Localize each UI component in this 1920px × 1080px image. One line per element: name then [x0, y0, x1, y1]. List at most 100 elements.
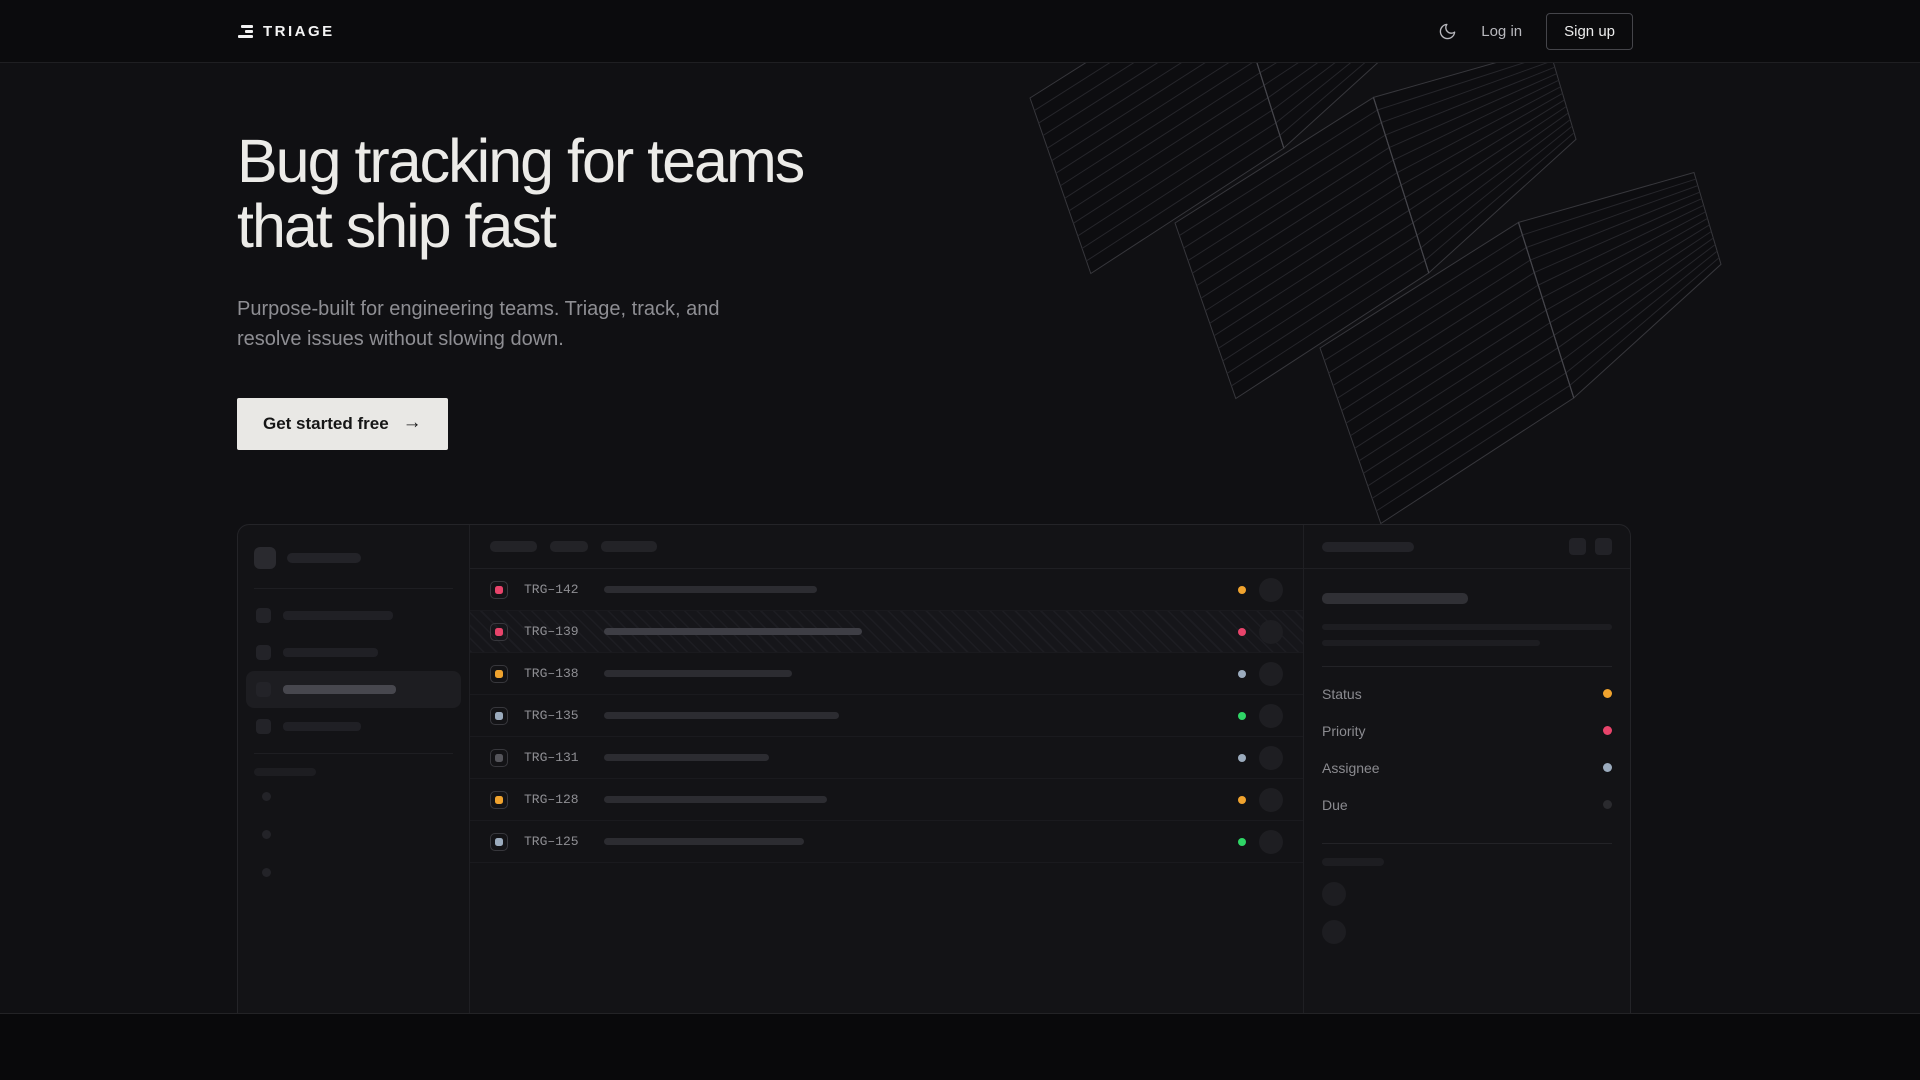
issue-avatar [1259, 662, 1283, 686]
preview-workspace-row [238, 545, 469, 571]
detail-header-buttons [1569, 538, 1612, 555]
filter-pill-skeleton [601, 541, 657, 552]
detail-field-label: Due [1322, 797, 1348, 813]
brand-name: TRIAGE [263, 23, 335, 40]
preview-sidebar-nav [238, 589, 469, 753]
preview-list-header [470, 525, 1303, 569]
issue-id: TRG–139 [524, 624, 592, 639]
detail-text-skeleton [1322, 624, 1612, 630]
issue-avatar [1259, 620, 1283, 644]
issue-avatar [1259, 788, 1283, 812]
issue-status-dot [1238, 670, 1246, 678]
sidebar-dot-skeleton [262, 868, 271, 877]
detail-title-skeleton [1322, 593, 1468, 604]
page-footer [0, 1015, 1920, 1080]
issue-status-dot [1238, 754, 1246, 762]
filter-pill-skeleton [490, 541, 537, 552]
issue-status-dot [1238, 712, 1246, 720]
issue-title-skeleton [604, 628, 862, 635]
detail-avatar-skeleton [1322, 882, 1346, 906]
issue-title-skeleton [604, 838, 804, 845]
triage-logo-icon [237, 25, 253, 38]
issue-type-icon [490, 623, 508, 641]
workspace-icon [254, 547, 276, 569]
get-started-label: Get started free [263, 414, 389, 434]
issue-row: TRG–128 [470, 779, 1303, 821]
nav-item-skeleton [283, 611, 393, 620]
issue-title-skeleton [604, 586, 817, 593]
nav-item-skeleton [283, 685, 396, 694]
detail-header [1304, 525, 1630, 569]
moon-icon [1438, 22, 1457, 41]
issue-type-icon [490, 833, 508, 851]
issue-avatar [1259, 746, 1283, 770]
issue-row: TRG–135 [470, 695, 1303, 737]
detail-fields: Status Priority Assignee Due [1322, 675, 1612, 823]
issue-id: TRG–131 [524, 750, 592, 765]
detail-field-dot [1603, 689, 1612, 698]
issue-type-icon [490, 707, 508, 725]
sidebar-nav-item-active [246, 671, 461, 708]
issue-id: TRG–135 [524, 708, 592, 723]
app-preview-window: TRG–142 TRG–139 TRG–138 TRG–135 TRG–131 … [237, 524, 1631, 1014]
issue-status-dot [1238, 796, 1246, 804]
nav-item-icon [256, 719, 271, 734]
detail-text-skeleton [1322, 640, 1540, 646]
brand-logo[interactable]: TRIAGE [237, 23, 335, 40]
theme-toggle-button[interactable] [1438, 22, 1457, 41]
nav-item-icon [256, 608, 271, 623]
detail-field-label: Status [1322, 686, 1362, 702]
issue-row: TRG–125 [470, 821, 1303, 863]
issue-id: TRG–138 [524, 666, 592, 681]
detail-button-skeleton [1569, 538, 1586, 555]
signup-button[interactable]: Sign up [1546, 13, 1633, 50]
sidebar-dot-skeleton [262, 792, 271, 801]
top-nav: TRIAGE Log in Sign up [0, 0, 1920, 63]
issue-title-skeleton [604, 796, 827, 803]
preview-sidebar [238, 525, 470, 1014]
detail-field-row: Due [1322, 786, 1612, 823]
divider [1322, 843, 1612, 844]
issue-id: TRG–128 [524, 792, 592, 807]
issue-type-icon [490, 581, 508, 599]
issue-type-icon [490, 749, 508, 767]
issue-rows: TRG–142 TRG–139 TRG–138 TRG–135 TRG–131 … [470, 569, 1303, 863]
detail-field-dot [1603, 800, 1612, 809]
issue-type-icon [490, 791, 508, 809]
detail-field-row: Assignee [1322, 749, 1612, 786]
sidebar-nav-item [246, 634, 461, 671]
detail-field-label: Assignee [1322, 760, 1380, 776]
filter-pill-skeleton [550, 541, 588, 552]
detail-field-dot [1603, 726, 1612, 735]
hero-subtitle-line1: Purpose-built for engineering teams. Tri… [237, 298, 719, 320]
nav-item-icon [256, 645, 271, 660]
detail-field-row: Priority [1322, 712, 1612, 749]
detail-section-label-skeleton [1322, 858, 1384, 866]
issue-status-dot [1238, 586, 1246, 594]
login-link[interactable]: Log in [1481, 23, 1522, 40]
issue-row: TRG–138 [470, 653, 1303, 695]
detail-header-skeleton [1322, 542, 1414, 552]
hero-subtitle: Purpose-built for engineering teams. Tri… [237, 294, 1920, 354]
issue-row: TRG–131 [470, 737, 1303, 779]
hero-title-line2: that ship fast [237, 192, 555, 260]
sidebar-dot-skeleton [262, 830, 271, 839]
hero-subtitle-line2: resolve issues without slowing down. [237, 328, 564, 350]
nav-item-skeleton [283, 648, 378, 657]
issue-row: TRG–139 [470, 611, 1303, 653]
arrow-right-icon: → [403, 412, 422, 434]
issue-type-icon [490, 665, 508, 683]
hero-title-line1: Bug tracking for teams [237, 127, 803, 195]
issue-id: TRG–142 [524, 582, 592, 597]
issue-status-dot [1238, 628, 1246, 636]
sidebar-section-label-skeleton [254, 768, 316, 776]
sidebar-nav-item [246, 597, 461, 634]
issue-row: TRG–142 [470, 569, 1303, 611]
detail-field-row: Status [1322, 675, 1612, 712]
hero-section: Bug tracking for teamsthat ship fast Pur… [0, 63, 1920, 1014]
issue-title-skeleton [604, 754, 769, 761]
get-started-button[interactable]: Get started free → [237, 398, 448, 450]
issue-avatar [1259, 830, 1283, 854]
nav-item-icon [256, 682, 271, 697]
workspace-name-skeleton [287, 553, 361, 563]
